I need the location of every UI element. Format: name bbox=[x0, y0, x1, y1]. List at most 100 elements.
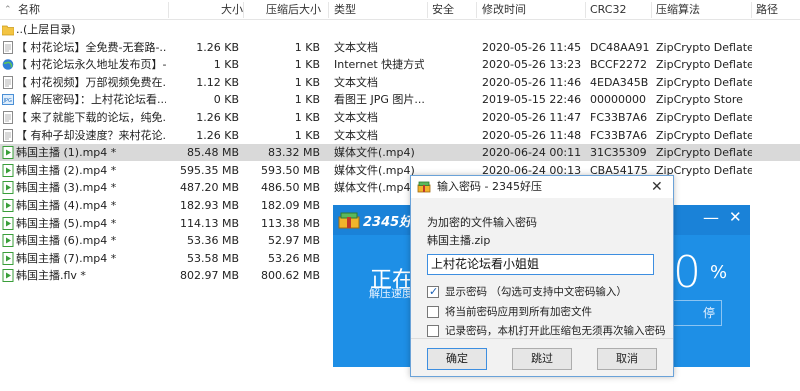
column-method[interactable]: 压缩算法 bbox=[656, 0, 700, 20]
file-type: 文本文档 bbox=[334, 111, 378, 124]
file-modified: 2020-05-26 11:46:... bbox=[482, 75, 582, 89]
media-file-icon bbox=[2, 146, 14, 160]
file-method: ZipCrypto Deflate bbox=[656, 128, 752, 142]
text-file-icon bbox=[3, 128, 13, 142]
file-method: ZipCrypto Deflate bbox=[656, 40, 752, 54]
file-compressed-size: 1 KB bbox=[294, 111, 320, 124]
file-compressed-size: 52.97 MB bbox=[267, 234, 320, 248]
file-type: 看图王 JPG 图片... bbox=[334, 93, 424, 107]
table-row[interactable]: 【 有种子却没速度？来村花论... 1.26 KB 1 KB 文本文档 2020-05-… bbox=[0, 127, 800, 144]
column-divider[interactable] bbox=[168, 2, 169, 18]
column-security[interactable]: 安全 bbox=[432, 0, 454, 20]
file-crc32: FC33B7A6 bbox=[590, 111, 648, 124]
table-row[interactable]: 【 村花视频】万部视频免费在... 1.12 KB 1 KB 文本文档 2020-05-… bbox=[0, 74, 800, 91]
column-compressed-size[interactable]: 压缩后大小 bbox=[266, 0, 321, 20]
minimize-icon[interactable]: — bbox=[703, 208, 719, 227]
file-size: 53.36 MB bbox=[186, 234, 239, 248]
column-divider[interactable] bbox=[243, 2, 244, 18]
file-type: 媒体文件(.mp4) bbox=[334, 146, 415, 160]
file-name: 韩国主播.flv * bbox=[16, 269, 86, 283]
file-method: ZipCrypto Deflate bbox=[656, 58, 752, 72]
show-password-checkbox[interactable] bbox=[427, 284, 439, 300]
column-header-bar: ⌃ 名称 大小 压缩后大小 类型 安全 修改时间 CRC32 压缩算法 路径 bbox=[0, 0, 800, 20]
file-method bbox=[656, 21, 752, 38]
table-row[interactable]: JPG 【 解压密码】：上村花论坛看... 0 KB 1 KB 看图王 JPG 图片..… bbox=[0, 91, 800, 108]
column-divider[interactable] bbox=[328, 2, 329, 18]
table-row[interactable]: 【 村花论坛永久地址发布页】-... 1 KB 1 KB Internet 快捷方式 2… bbox=[0, 56, 800, 73]
file-size: 595.35 MB bbox=[179, 163, 239, 177]
dialog-close-icon[interactable]: ✕ bbox=[651, 176, 663, 198]
file-name: 韩国主播 (3).mp4 * bbox=[16, 181, 117, 195]
file-crc32 bbox=[590, 21, 652, 38]
file-modified: 2019-05-15 22:46:... bbox=[482, 93, 582, 107]
jpg-file-icon: JPG bbox=[2, 94, 14, 106]
internet-shortcut-icon bbox=[2, 59, 14, 70]
table-row[interactable]: 【 来了就能下载的论坛，纯免... 1.26 KB 1 KB 文本文档 2020-05-… bbox=[0, 109, 800, 126]
file-crc32: DC48AA91 bbox=[590, 40, 650, 54]
folder-icon bbox=[2, 25, 14, 36]
progress-percent: 0 bbox=[673, 247, 701, 298]
column-path[interactable]: 路径 bbox=[756, 0, 778, 20]
file-crc32: FC33B7A6 bbox=[590, 128, 648, 142]
apply-all-label: 将当前密码应用到所有加密文件 bbox=[445, 306, 592, 318]
file-crc32: 31C35309 bbox=[590, 146, 647, 160]
media-file-icon bbox=[2, 163, 14, 177]
media-file-icon bbox=[2, 234, 14, 248]
column-name[interactable]: 名称 bbox=[18, 0, 40, 20]
column-divider[interactable] bbox=[427, 2, 428, 18]
file-compressed-size: 53.26 MB bbox=[267, 251, 320, 265]
file-name: 韩国主播 (4).mp4 * bbox=[16, 199, 117, 212]
file-modified bbox=[482, 21, 582, 38]
column-divider[interactable] bbox=[585, 2, 586, 18]
column-divider[interactable] bbox=[651, 2, 652, 18]
file-type bbox=[334, 21, 424, 38]
table-row[interactable]: ..(上层目录) bbox=[0, 21, 800, 38]
file-size: 114.13 MB bbox=[179, 216, 239, 230]
cancel-button[interactable]: 取消 bbox=[597, 348, 657, 370]
sort-arrow-icon[interactable]: ⌃ bbox=[4, 0, 12, 20]
column-size[interactable]: 大小 bbox=[221, 0, 243, 20]
file-name: 韩国主播 (7).mp4 * bbox=[16, 251, 117, 265]
column-divider[interactable] bbox=[751, 2, 752, 18]
dialog-title-bar: 输入密码 - 2345好压 ✕ bbox=[411, 176, 673, 198]
file-size: 1.26 KB bbox=[196, 111, 239, 124]
file-size: 802.97 MB bbox=[179, 269, 239, 283]
file-method: ZipCrypto Store bbox=[656, 93, 743, 107]
file-size: 1.26 KB bbox=[196, 128, 239, 142]
file-modified: 2020-05-26 11:48:... bbox=[482, 128, 582, 142]
column-divider[interactable] bbox=[476, 2, 477, 18]
column-type[interactable]: 类型 bbox=[334, 0, 356, 20]
password-input[interactable]: 上村花论坛看小姐姐 bbox=[427, 254, 654, 275]
close-icon[interactable]: ✕ bbox=[729, 208, 742, 226]
file-name: 【 来了就能下载的论坛，纯免... bbox=[16, 111, 166, 124]
password-dialog: 输入密码 - 2345好压 ✕ 为加密的文件输入密码 韩国主播.zip 上村花论… bbox=[410, 175, 674, 377]
apply-all-checkbox[interactable] bbox=[427, 306, 439, 318]
file-crc32: BCCF2272 bbox=[590, 58, 648, 72]
file-crc32: 00000000 bbox=[590, 93, 646, 107]
file-compressed-size: 593.50 MB bbox=[260, 163, 320, 177]
file-compressed-size: 182.09 MB bbox=[260, 199, 320, 212]
file-compressed-size: 1 KB bbox=[294, 128, 320, 142]
file-compressed-size: 113.38 MB bbox=[260, 216, 320, 230]
svg-text:JPG: JPG bbox=[3, 98, 12, 104]
password-prompt: 为加密的文件输入密码 bbox=[427, 216, 537, 229]
table-row[interactable]: 韩国主播 (2).mp4 * 595.35 MB 593.50 MB 媒体文件(.mp… bbox=[0, 162, 800, 179]
remember-password-checkbox[interactable] bbox=[427, 325, 439, 337]
ok-button[interactable]: 确定 bbox=[427, 348, 487, 370]
file-crc32: 4EDA345B bbox=[590, 75, 649, 89]
table-row[interactable]: 韩国主播 (3).mp4 * 487.20 MB 486.50 MB 媒体文件(.mp… bbox=[0, 179, 800, 196]
file-size: 53.58 MB bbox=[186, 251, 239, 265]
dialog-title: 输入密码 - 2345好压 bbox=[437, 180, 542, 193]
file-type: 文本文档 bbox=[334, 128, 378, 142]
media-file-icon bbox=[2, 251, 14, 265]
skip-button[interactable]: 跳过 bbox=[512, 348, 572, 370]
media-file-icon bbox=[2, 269, 14, 283]
percent-sign: % bbox=[710, 262, 728, 283]
column-crc32[interactable]: CRC32 bbox=[590, 0, 626, 20]
file-method: ZipCrypto Deflate bbox=[656, 146, 752, 160]
table-row[interactable]: 【 村花论坛】全免费-无套路-... 1.26 KB 1 KB 文本文档 2020-05… bbox=[0, 39, 800, 56]
table-row[interactable]: 韩国主播 (1).mp4 * 85.48 MB 83.32 MB 媒体文件(.mp4)… bbox=[0, 144, 800, 162]
file-name: 【 村花论坛】全免费-无套路-... bbox=[16, 40, 166, 54]
media-file-icon bbox=[2, 181, 14, 195]
column-modified[interactable]: 修改时间 bbox=[482, 0, 526, 20]
